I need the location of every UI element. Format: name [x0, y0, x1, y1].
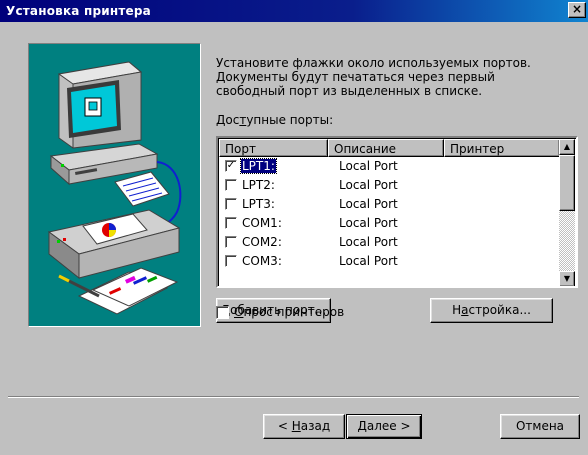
- configure-button[interactable]: Настройка...: [430, 298, 553, 323]
- available-ports-label: Доступные порты:: [216, 113, 334, 127]
- port-checkbox[interactable]: [225, 198, 237, 210]
- table-row[interactable]: ✓ LPT1: Local Port: [219, 157, 559, 176]
- computer-icon: [49, 61, 159, 186]
- listview-header: Порт Описание Принтер: [219, 139, 560, 157]
- table-row[interactable]: LPT2: Local Port: [219, 176, 559, 195]
- port-name: COM2:: [242, 235, 282, 249]
- port-name: LPT3:: [242, 197, 275, 211]
- port-checkbox[interactable]: [225, 236, 237, 248]
- port-name: LPT1:: [240, 158, 277, 174]
- column-header-port[interactable]: Порт: [219, 139, 328, 157]
- poll-printers-label[interactable]: Опрос принтеров: [234, 305, 344, 319]
- scroll-up-icon: ▲: [563, 142, 571, 151]
- port-checkbox[interactable]: ✓: [225, 160, 237, 172]
- port-description: Local Port: [339, 159, 398, 173]
- close-button[interactable]: ×: [568, 2, 586, 18]
- back-button[interactable]: < Назад: [263, 414, 345, 439]
- cancel-button[interactable]: Отмена: [500, 414, 580, 439]
- port-checkbox[interactable]: [225, 255, 237, 267]
- close-icon: ×: [571, 2, 583, 16]
- port-description: Local Port: [339, 254, 398, 268]
- scroll-thumb[interactable]: [559, 155, 575, 211]
- scroll-down-button[interactable]: ▼: [559, 271, 575, 286]
- ports-listview[interactable]: Порт Описание Принтер ✓ LPT1: Local Port LP…: [216, 136, 578, 288]
- port-name: COM3:: [242, 254, 282, 268]
- printer-icon: [47, 171, 181, 280]
- port-description: Local Port: [339, 235, 398, 249]
- scroll-up-button[interactable]: ▲: [559, 139, 575, 155]
- port-checkbox[interactable]: [225, 217, 237, 229]
- poll-printers-checkbox[interactable]: [216, 306, 229, 319]
- port-description: Local Port: [339, 197, 398, 211]
- table-row[interactable]: COM2: Local Port: [219, 233, 559, 252]
- port-name: LPT2:: [242, 178, 275, 192]
- wizard-illustration: [28, 43, 201, 327]
- port-description: Local Port: [339, 178, 398, 192]
- column-header-printer[interactable]: Принтер: [444, 139, 560, 157]
- port-checkbox[interactable]: [225, 179, 237, 191]
- table-row[interactable]: COM3: Local Port: [219, 252, 559, 271]
- port-name: COM1:: [242, 216, 282, 230]
- next-button[interactable]: Далее >: [346, 414, 422, 439]
- scroll-down-icon: ▼: [563, 274, 571, 283]
- button-separator: [8, 396, 579, 398]
- instructions-text: Установите флажки около используемых пор…: [216, 56, 531, 98]
- port-description: Local Port: [339, 216, 398, 230]
- table-row[interactable]: COM1: Local Port: [219, 214, 559, 233]
- window-title: Установка принтера: [6, 4, 151, 18]
- table-row[interactable]: LPT3: Local Port: [219, 195, 559, 214]
- title-bar: Установка принтера ×: [0, 0, 588, 22]
- listview-rows: ✓ LPT1: Local Port LPT2: Local Port LPT3: Loca…: [219, 157, 559, 271]
- column-header-description[interactable]: Описание: [328, 139, 444, 157]
- vertical-scrollbar[interactable]: ▲ ▼: [559, 139, 575, 286]
